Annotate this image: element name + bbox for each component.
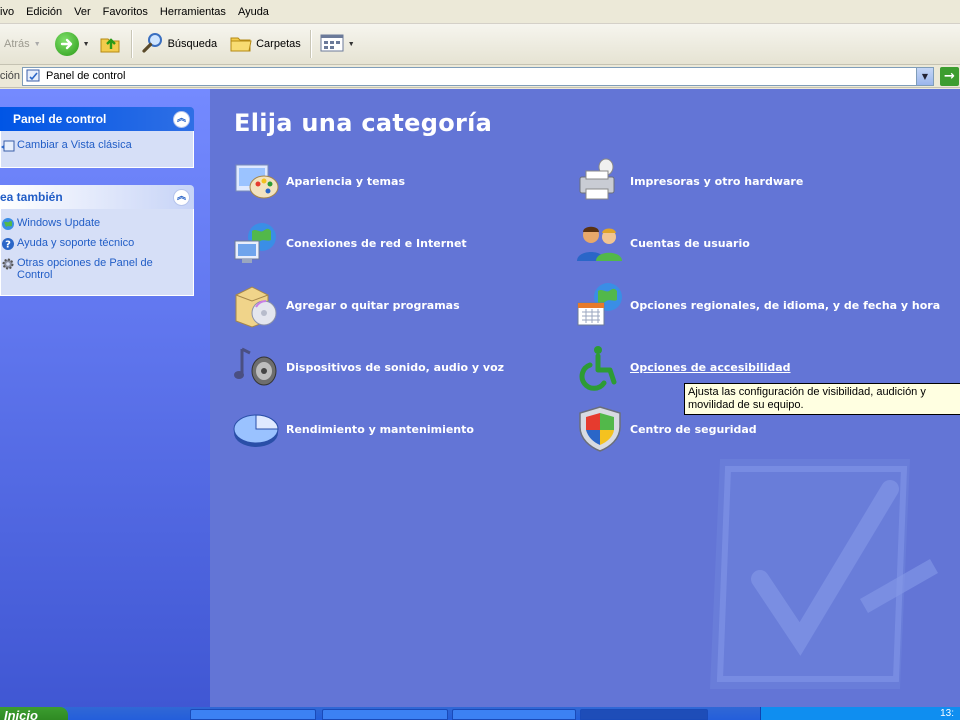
menu-tools[interactable]: Herramientas — [154, 0, 232, 24]
category-performance[interactable]: Rendimiento y mantenimiento — [232, 405, 474, 453]
category-printers-hardware[interactable]: Impresoras y otro hardware — [576, 157, 803, 205]
toolbar-separator — [309, 30, 311, 58]
category-sound-label: Dispositivos de sonido, audio y voz — [286, 360, 505, 374]
menu-view[interactable]: Ver — [68, 0, 97, 24]
gear-icon — [1, 257, 15, 271]
clock: 13: — [940, 708, 954, 719]
help-support-link[interactable]: ? Ayuda y soporte técnico — [1, 237, 185, 251]
taskbar: Inicio 13: — [0, 707, 960, 720]
page-title: Elija una categoría — [234, 109, 493, 137]
task-pane: Panel de control ︽ Cambiar a Vista clási… — [0, 89, 210, 707]
category-printers-label: Impresoras y otro hardware — [630, 174, 804, 188]
category-performance-label: Rendimiento y mantenimiento — [286, 422, 474, 436]
forward-dropdown-icon[interactable]: ▼ — [83, 41, 90, 48]
globe-icon — [1, 217, 15, 231]
views-button[interactable]: ▼ — [316, 27, 359, 61]
category-network-label: Conexiones de red e Internet — [286, 236, 467, 250]
search-button[interactable]: Búsqueda — [137, 27, 222, 61]
see-also-body: Windows Update ? Ayuda y soporte técnico… — [0, 209, 194, 296]
control-panel-box: Panel de control ︽ Cambiar a Vista clási… — [0, 107, 194, 168]
address-value: Panel de control — [46, 70, 126, 82]
menu-bar: ivo Edición Ver Favoritos Herramientas A… — [0, 0, 960, 24]
address-label: ción — [0, 70, 20, 82]
go-arrow-icon[interactable]: → — [940, 66, 959, 86]
see-also-title: ea también — [0, 190, 63, 204]
address-bar: ción Panel de control ▼ → — [0, 65, 960, 88]
collapse-icon[interactable]: ︽ — [173, 110, 190, 128]
views-icon — [320, 33, 344, 56]
views-dropdown-icon[interactable]: ▼ — [348, 41, 355, 48]
see-also-header[interactable]: ea también ︽ — [0, 185, 194, 209]
menu-help[interactable]: Ayuda — [232, 0, 275, 24]
category-regional-label: Opciones regionales, de idioma, y de fec… — [630, 298, 941, 312]
svg-text:?: ? — [5, 240, 11, 251]
users-icon — [577, 226, 622, 261]
category-appearance[interactable]: Apariencia y temas — [232, 157, 405, 205]
address-dropdown-icon[interactable]: ▼ — [916, 67, 933, 85]
up-folder-button[interactable] — [94, 27, 126, 61]
network-globe-icon — [234, 223, 276, 263]
content-area: Panel de control ︽ Cambiar a Vista clási… — [0, 89, 960, 707]
folders-label: Carpetas — [256, 38, 301, 50]
menu-edit[interactable]: Edición — [20, 0, 68, 24]
collapse-icon[interactable]: ︽ — [173, 188, 190, 206]
back-button[interactable]: Atrás ▼ — [0, 27, 45, 61]
folders-icon — [229, 32, 253, 57]
category-network[interactable]: Conexiones de red e Internet — [232, 219, 467, 267]
category-add-remove-programs[interactable]: Agregar o quitar programas — [232, 281, 460, 329]
taskbar-window-button[interactable] — [322, 709, 448, 720]
software-box-icon — [235, 286, 277, 328]
toolbar: Atrás ▼ ▼ Búsqueda Carpetas ▼ — [0, 24, 960, 65]
category-user-accounts-label: Cuentas de usuario — [630, 236, 750, 250]
category-sound[interactable]: Dispositivos de sonido, audio y voz — [232, 343, 504, 391]
forward-button[interactable]: ▼ — [51, 27, 94, 61]
help-icon: ? — [1, 237, 15, 251]
category-add-remove-label: Agregar o quitar programas — [286, 298, 460, 312]
forward-arrow-icon — [54, 32, 79, 56]
category-regional-options[interactable]: Opciones regionales, de idioma, y de fec… — [576, 281, 940, 329]
back-label: Atrás — [4, 38, 30, 50]
switch-view-icon — [1, 139, 15, 153]
control-panel-header[interactable]: Panel de control ︽ — [0, 107, 194, 131]
address-field[interactable]: Panel de control ▼ — [22, 66, 934, 86]
globe-calendar-icon — [577, 283, 622, 326]
switch-classic-view-link[interactable]: Cambiar a Vista clásica — [1, 139, 185, 153]
category-accessibility-label: Opciones de accesibilidad — [630, 360, 791, 374]
system-tray: 13: — [760, 707, 960, 720]
folder-up-icon — [98, 31, 122, 58]
search-icon — [141, 31, 165, 58]
taskbar-window-button-active[interactable] — [580, 709, 708, 720]
switch-view-label: Cambiar a Vista clásica — [17, 139, 132, 151]
watermark-checkmark-icon — [710, 459, 938, 689]
menu-favorites[interactable]: Favoritos — [97, 0, 154, 24]
taskbar-window-button[interactable] — [190, 709, 316, 720]
control-panel-title: Panel de control — [13, 112, 107, 126]
control-panel-body: Cambiar a Vista clásica — [0, 131, 194, 168]
back-dropdown-icon[interactable]: ▼ — [34, 41, 41, 48]
category-user-accounts[interactable]: Cuentas de usuario — [576, 219, 750, 267]
folders-button[interactable]: Carpetas — [225, 27, 305, 61]
help-support-label: Ayuda y soporte técnico — [17, 237, 135, 249]
category-appearance-label: Apariencia y temas — [286, 174, 405, 188]
other-options-link[interactable]: Otras opciones de Panel de Control — [1, 257, 185, 281]
taskbar-window-button[interactable] — [452, 709, 576, 720]
speaker-note-icon — [234, 347, 277, 386]
search-label: Búsqueda — [167, 38, 218, 50]
performance-chart-icon — [233, 414, 279, 447]
wheelchair-icon — [579, 346, 617, 391]
windows-update-label: Windows Update — [17, 217, 101, 229]
control-panel-small-icon — [26, 68, 42, 84]
other-options-label: Otras opciones de Panel de Control — [17, 257, 153, 281]
appearance-palette-icon — [235, 164, 279, 199]
see-also-box: ea también ︽ Windows Update ? Ayuda y so… — [0, 185, 194, 296]
start-button[interactable]: Inicio — [0, 707, 68, 720]
toolbar-separator — [130, 30, 132, 58]
printer-icon — [579, 158, 615, 200]
accessibility-tooltip: Ajusta las configuración de visibilidad,… — [684, 383, 960, 415]
windows-update-link[interactable]: Windows Update — [1, 217, 185, 231]
menu-file[interactable]: ivo — [0, 0, 20, 24]
shield-icon — [579, 406, 621, 452]
